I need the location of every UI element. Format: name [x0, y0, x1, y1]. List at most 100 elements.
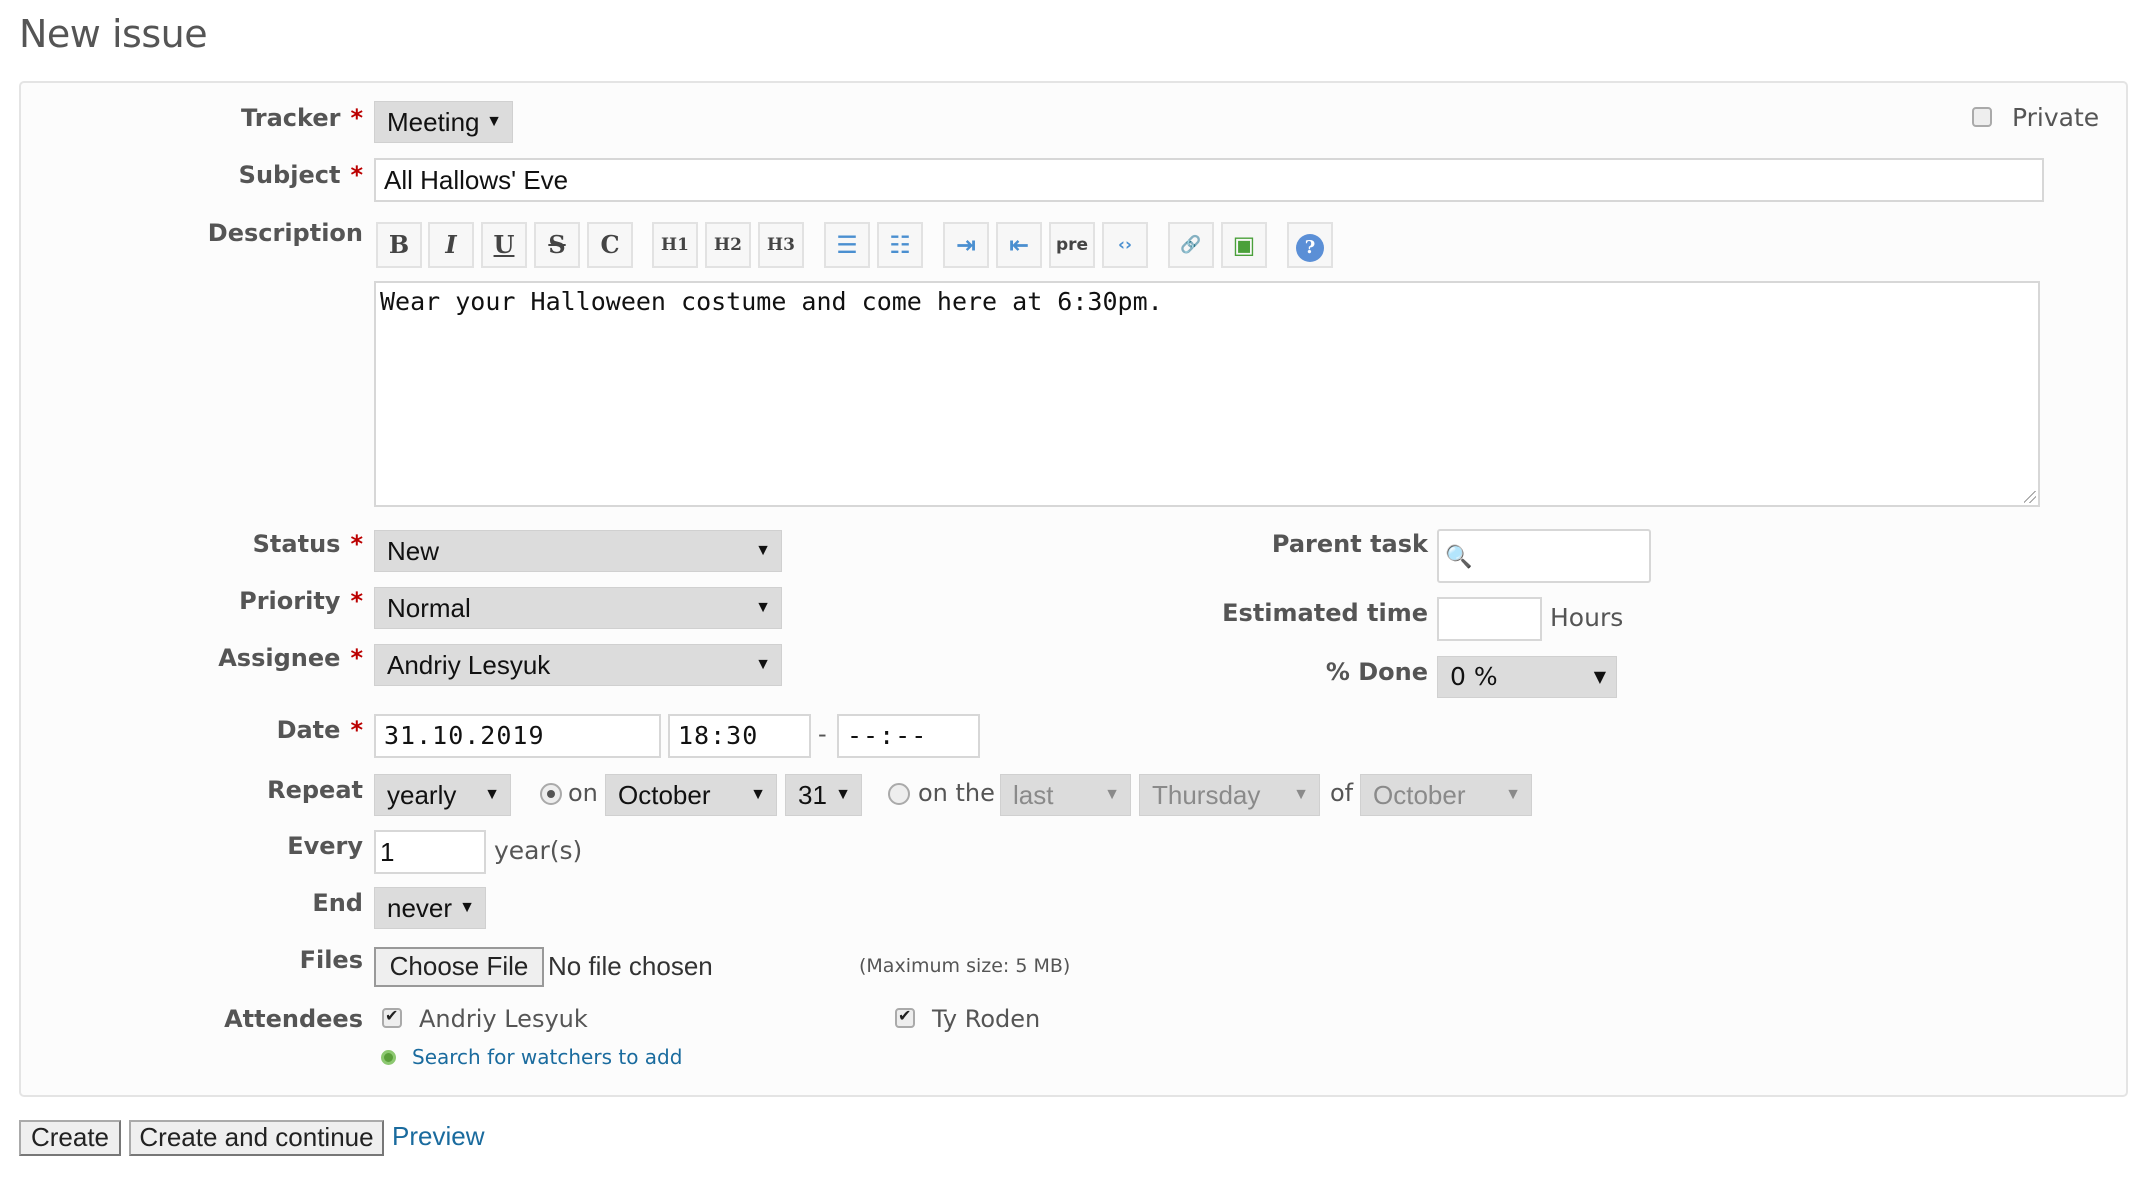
- underline-icon: U: [493, 230, 515, 259]
- files-label: Files: [299, 946, 363, 974]
- status-select[interactable]: New ▼: [374, 530, 782, 572]
- parent-task-input[interactable]: 🔍: [1437, 529, 1651, 583]
- ordered-list-button[interactable]: ☷: [877, 222, 923, 268]
- italic-icon: I: [445, 230, 457, 259]
- date-input[interactable]: 31.10.2019: [374, 714, 661, 758]
- code-brackets-icon: ‹›: [1117, 235, 1132, 255]
- done-ratio-select[interactable]: 0 % ▼: [1437, 656, 1617, 698]
- estimated-time-input[interactable]: [1437, 597, 1542, 641]
- repeat-month-select[interactable]: October ▼: [605, 774, 777, 816]
- repeat-weekday-select[interactable]: Thursday ▼: [1139, 774, 1320, 816]
- priority-label-text: Priority: [239, 587, 341, 615]
- attendee-name: Ty Roden: [932, 1005, 1041, 1033]
- link-page-icon: 🔗: [1180, 235, 1202, 255]
- outdent-icon: ⇤: [1008, 231, 1030, 259]
- create-and-continue-button[interactable]: Create and continue: [129, 1120, 384, 1156]
- tracker-label-text: Tracker: [241, 104, 341, 132]
- outdent-button[interactable]: ⇤: [996, 222, 1042, 268]
- heading2-icon: H2: [714, 235, 742, 255]
- heading3-icon: H3: [767, 235, 795, 255]
- help-icon: ?: [1296, 234, 1324, 262]
- description-textarea[interactable]: Wear your Halloween costume and come her…: [374, 281, 2040, 507]
- help-button[interactable]: ?: [1287, 222, 1333, 268]
- chevron-down-icon: ▼: [755, 542, 771, 559]
- end-time-input[interactable]: --:--: [837, 714, 980, 758]
- preview-link[interactable]: Preview: [392, 1121, 484, 1152]
- heading1-icon: H1: [661, 235, 689, 255]
- repeat-label: Repeat: [267, 776, 363, 804]
- heading2-button[interactable]: H2: [705, 222, 751, 268]
- repeat-of-label: of: [1330, 779, 1354, 807]
- image-icon: ▣: [1232, 230, 1256, 259]
- unordered-list-button[interactable]: ☰: [824, 222, 870, 268]
- chevron-down-icon: ▼: [755, 599, 771, 616]
- subject-label-text: Subject: [238, 161, 341, 189]
- tracker-select[interactable]: Meeting ▼: [374, 101, 513, 143]
- repeat-ordinal-select[interactable]: last ▼: [1000, 774, 1131, 816]
- end-select[interactable]: never ▼: [374, 887, 486, 929]
- max-size-note: (Maximum size: 5 MB): [859, 955, 1071, 977]
- page-title: New issue: [19, 12, 208, 56]
- preformatted-button[interactable]: pre: [1049, 222, 1095, 268]
- bold-button[interactable]: B: [376, 222, 422, 268]
- repeat-of-month-value: October: [1373, 780, 1466, 810]
- assignee-label-text: Assignee: [218, 644, 341, 672]
- priority-select[interactable]: Normal ▼: [374, 587, 782, 629]
- wiki-link-button[interactable]: 🔗: [1168, 222, 1214, 268]
- every-unit: year(s): [494, 836, 583, 865]
- priority-value: Normal: [387, 593, 471, 623]
- priority-label: Priority *: [23, 587, 363, 615]
- assignee-select[interactable]: Andriy Lesyuk ▼: [374, 644, 782, 686]
- subject-label: Subject *: [23, 161, 363, 189]
- heading3-button[interactable]: H3: [758, 222, 804, 268]
- attendees-label: Attendees: [224, 1005, 363, 1033]
- repeat-weekday-value: Thursday: [1152, 780, 1261, 810]
- choose-file-button[interactable]: Choose File: [374, 947, 544, 987]
- chevron-down-icon: ▼: [459, 899, 475, 916]
- start-time-input[interactable]: 18:30: [668, 714, 811, 758]
- repeat-frequency-select[interactable]: yearly ▼: [374, 774, 511, 816]
- chevron-down-icon: ▼: [1293, 786, 1309, 803]
- inline-code-icon: C: [600, 230, 620, 259]
- create-button[interactable]: Create: [19, 1120, 121, 1156]
- chevron-down-icon: ▼: [1505, 786, 1521, 803]
- repeat-on-radio[interactable]: [540, 783, 562, 805]
- required-marker: *: [350, 587, 363, 615]
- repeat-on-the-radio[interactable]: [888, 783, 910, 805]
- subject-input[interactable]: All Hallows' Eve: [374, 158, 2044, 202]
- attendee-checkbox[interactable]: [382, 1006, 402, 1028]
- chevron-down-icon: ▼: [750, 786, 766, 803]
- resize-handle-icon[interactable]: [2024, 491, 2036, 503]
- underline-button[interactable]: U: [481, 222, 527, 268]
- numbered-list-icon: ☷: [889, 231, 911, 259]
- pre-icon: pre: [1055, 235, 1089, 255]
- end-value: never: [387, 893, 453, 923]
- assignee-label: Assignee *: [23, 644, 363, 672]
- bold-icon: B: [388, 230, 410, 259]
- chevron-down-icon: ▼: [755, 656, 771, 673]
- repeat-of-month-select[interactable]: October ▼: [1360, 774, 1532, 816]
- search-watchers-link[interactable]: Search for watchers to add: [412, 1045, 682, 1069]
- assignee-value: Andriy Lesyuk: [387, 650, 551, 680]
- heading1-button[interactable]: H1: [652, 222, 698, 268]
- strikethrough-button[interactable]: S: [534, 222, 580, 268]
- indent-button[interactable]: ⇥: [943, 222, 989, 268]
- description-text: Wear your Halloween costume and come her…: [380, 287, 1163, 316]
- done-ratio-value: 0 %: [1450, 662, 1498, 691]
- italic-button[interactable]: I: [428, 222, 474, 268]
- code-highlight-button[interactable]: ‹›: [1102, 222, 1148, 268]
- image-button[interactable]: ▣: [1221, 222, 1267, 268]
- attendee-checkbox[interactable]: [895, 1006, 915, 1028]
- status-value: New: [387, 536, 440, 566]
- private-checkbox[interactable]: [1972, 107, 1992, 127]
- required-marker: *: [350, 530, 363, 558]
- search-icon: 🔍: [1445, 544, 1473, 569]
- done-ratio-label: % Done: [1325, 658, 1428, 686]
- repeat-day-select[interactable]: 31 ▼: [785, 774, 862, 816]
- repeat-on-label: on: [568, 779, 598, 807]
- required-marker: *: [350, 161, 363, 189]
- hours-unit: Hours: [1550, 603, 1624, 632]
- date-label: Date *: [23, 716, 363, 744]
- every-input[interactable]: 1: [374, 830, 486, 874]
- code-button[interactable]: C: [587, 222, 633, 268]
